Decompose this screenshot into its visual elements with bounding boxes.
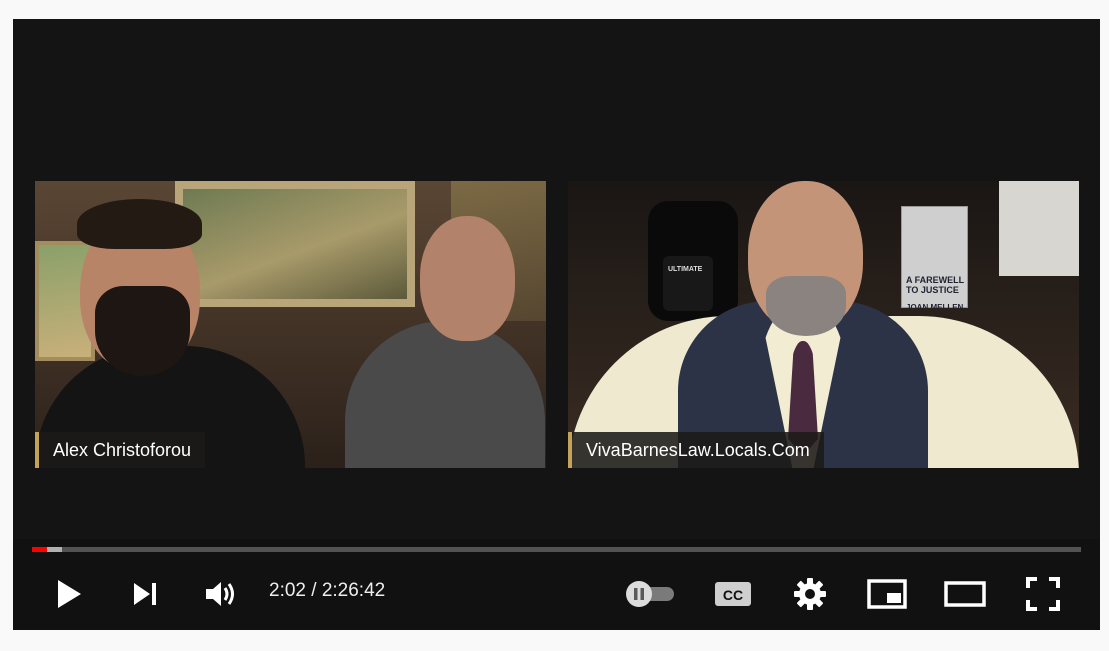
name-banner-right: VivaBarnesLaw.Locals.Com	[568, 432, 824, 468]
mug-label: ULTIMATE	[668, 266, 703, 273]
video-frame[interactable]: Alex Christoforou ULTIMATE A FAREWELL TO…	[13, 19, 1100, 539]
mug: ULTIMATE	[663, 256, 713, 311]
miniplayer-button[interactable]	[865, 559, 909, 629]
progress-bar[interactable]	[32, 547, 1081, 552]
volume-icon	[204, 579, 238, 609]
captions-label: CC	[723, 587, 743, 603]
captions-button[interactable]: CC	[713, 559, 753, 629]
autoplay-toggle-icon	[622, 579, 678, 609]
background-window	[999, 181, 1079, 276]
captions-icon: CC	[714, 580, 752, 608]
speaker-3-beard	[766, 276, 846, 336]
time-text: 2:02 / 2:26:42	[269, 580, 386, 601]
time-display: 2:02 / 2:26:42	[269, 559, 385, 623]
video-tile-right: ULTIMATE A FAREWELL TO JUSTICE JOAN MELL…	[568, 181, 1079, 468]
progress-played	[32, 547, 47, 552]
speaker-2-head	[420, 216, 515, 341]
video-tile-left: Alex Christoforou	[35, 181, 546, 468]
book-title: A FAREWELL TO JUSTICE	[906, 275, 964, 295]
fullscreen-button[interactable]	[1021, 559, 1065, 629]
autoplay-toggle[interactable]	[621, 559, 679, 629]
name-banner-left: Alex Christoforou	[35, 432, 206, 468]
speaker-2-body	[345, 321, 545, 468]
background-painting	[175, 181, 415, 307]
speaker-1-beard	[95, 286, 190, 376]
book-author: JOAN MELLEN	[906, 303, 964, 312]
next-button[interactable]	[125, 559, 165, 629]
speaker-name-right: VivaBarnesLaw.Locals.Com	[586, 439, 810, 460]
speaker-1-hair	[77, 199, 202, 249]
play-icon	[55, 578, 83, 610]
fullscreen-icon	[1025, 576, 1061, 612]
speaker-name-left: Alex Christoforou	[53, 439, 192, 460]
play-button[interactable]	[49, 559, 89, 629]
background-book: A FAREWELL TO JUSTICE JOAN MELLEN	[901, 206, 968, 312]
theater-mode-icon	[944, 580, 986, 608]
gear-icon	[793, 577, 827, 611]
next-icon	[131, 580, 159, 608]
video-player[interactable]: Alex Christoforou ULTIMATE A FAREWELL TO…	[13, 19, 1100, 630]
settings-button[interactable]	[790, 559, 830, 629]
mute-button[interactable]	[201, 559, 241, 629]
miniplayer-icon	[867, 579, 907, 609]
player-controls: 2:02 / 2:26:42 CC	[13, 559, 1100, 629]
theater-mode-button[interactable]	[943, 559, 987, 629]
